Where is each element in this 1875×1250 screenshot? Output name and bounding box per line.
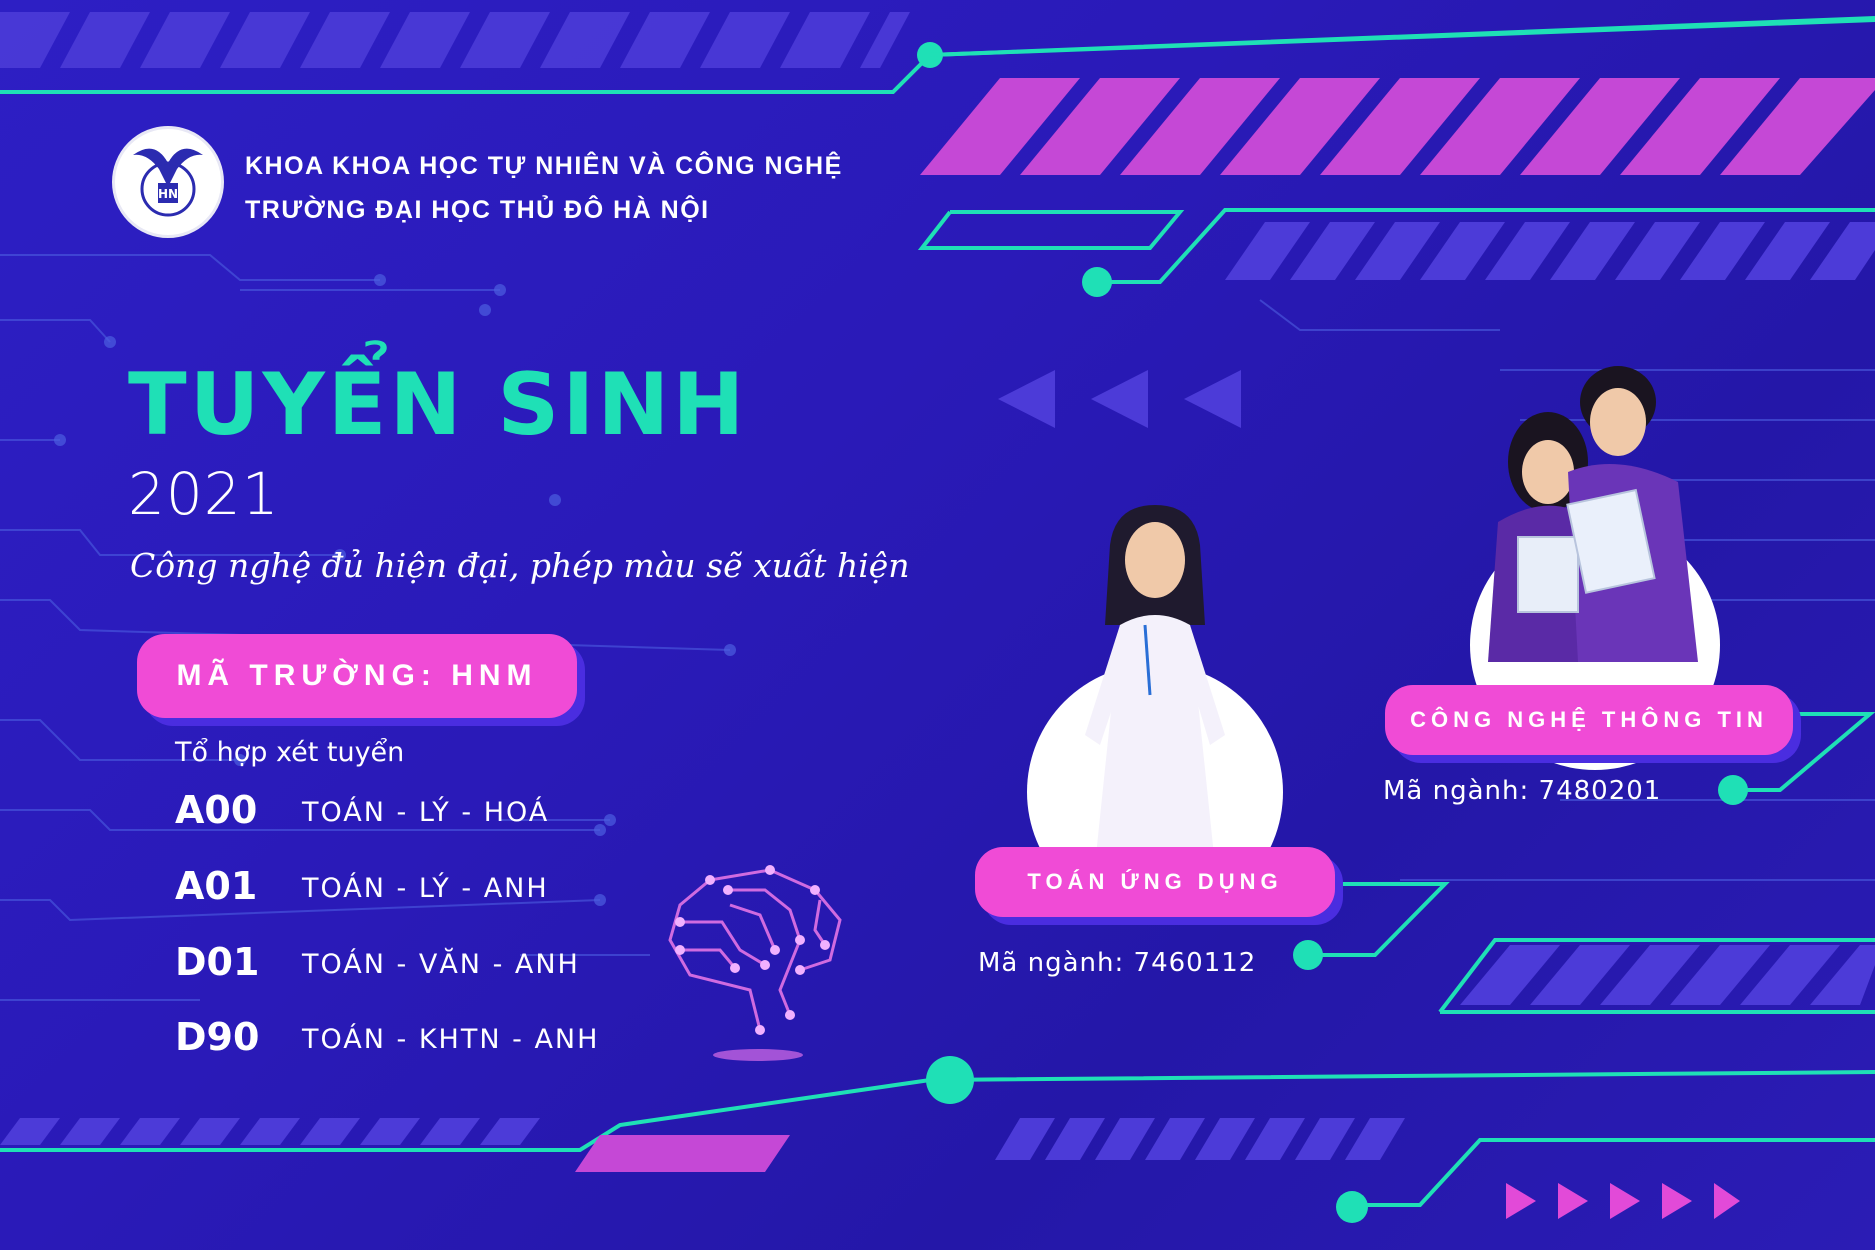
combination-subjects: TOÁN - KHTN - ANH	[302, 1024, 600, 1055]
school-code-badge: MÃ TRƯỜNG: HNM	[137, 634, 577, 718]
major-math-code: Mã ngành: 7460112	[978, 948, 1257, 978]
university-logo: HN	[112, 126, 224, 238]
combination-code: D01	[175, 940, 260, 984]
combination-subjects: TOÁN - LÝ - ANH	[302, 873, 549, 904]
combination-code: A01	[175, 864, 258, 908]
university-name: TRƯỜNG ĐẠI HỌC THỦ ĐÔ HÀ NỘI	[245, 196, 710, 224]
student-figure-math	[1085, 505, 1225, 865]
brain-circuit-icon	[668, 865, 842, 1061]
combination-code: D90	[175, 1015, 260, 1059]
hero-title: TUYỂN SINH	[128, 355, 748, 455]
major-it-code: Mã ngành: 7480201	[1383, 776, 1662, 806]
combination-subjects: TOÁN - LÝ - HOÁ	[302, 797, 550, 828]
student-figure-it	[1488, 366, 1698, 662]
poster: HN KHOA KHOA HỌC TỰ NHIÊN VÀ CÔNG NGHỆ T…	[0, 0, 1875, 1250]
combination-code: A00	[175, 788, 258, 832]
faculty-name: KHOA KHOA HỌC TỰ NHIÊN VÀ CÔNG NGHỆ	[245, 152, 843, 180]
combination-subjects: TOÁN - VĂN - ANH	[302, 949, 580, 980]
combination-caption: Tổ hợp xét tuyển	[175, 737, 405, 768]
slogan: Công nghệ đủ hiện đại, phép màu sẽ xuất …	[130, 546, 910, 585]
major-it-badge: CÔNG NGHỆ THÔNG TIN	[1385, 685, 1793, 755]
right-arrows-icon	[1506, 1183, 1740, 1219]
major-math-badge: TOÁN ỨNG DỤNG	[975, 847, 1335, 917]
svg-text:HN: HN	[158, 187, 178, 201]
hero-year: 2021	[128, 460, 280, 528]
